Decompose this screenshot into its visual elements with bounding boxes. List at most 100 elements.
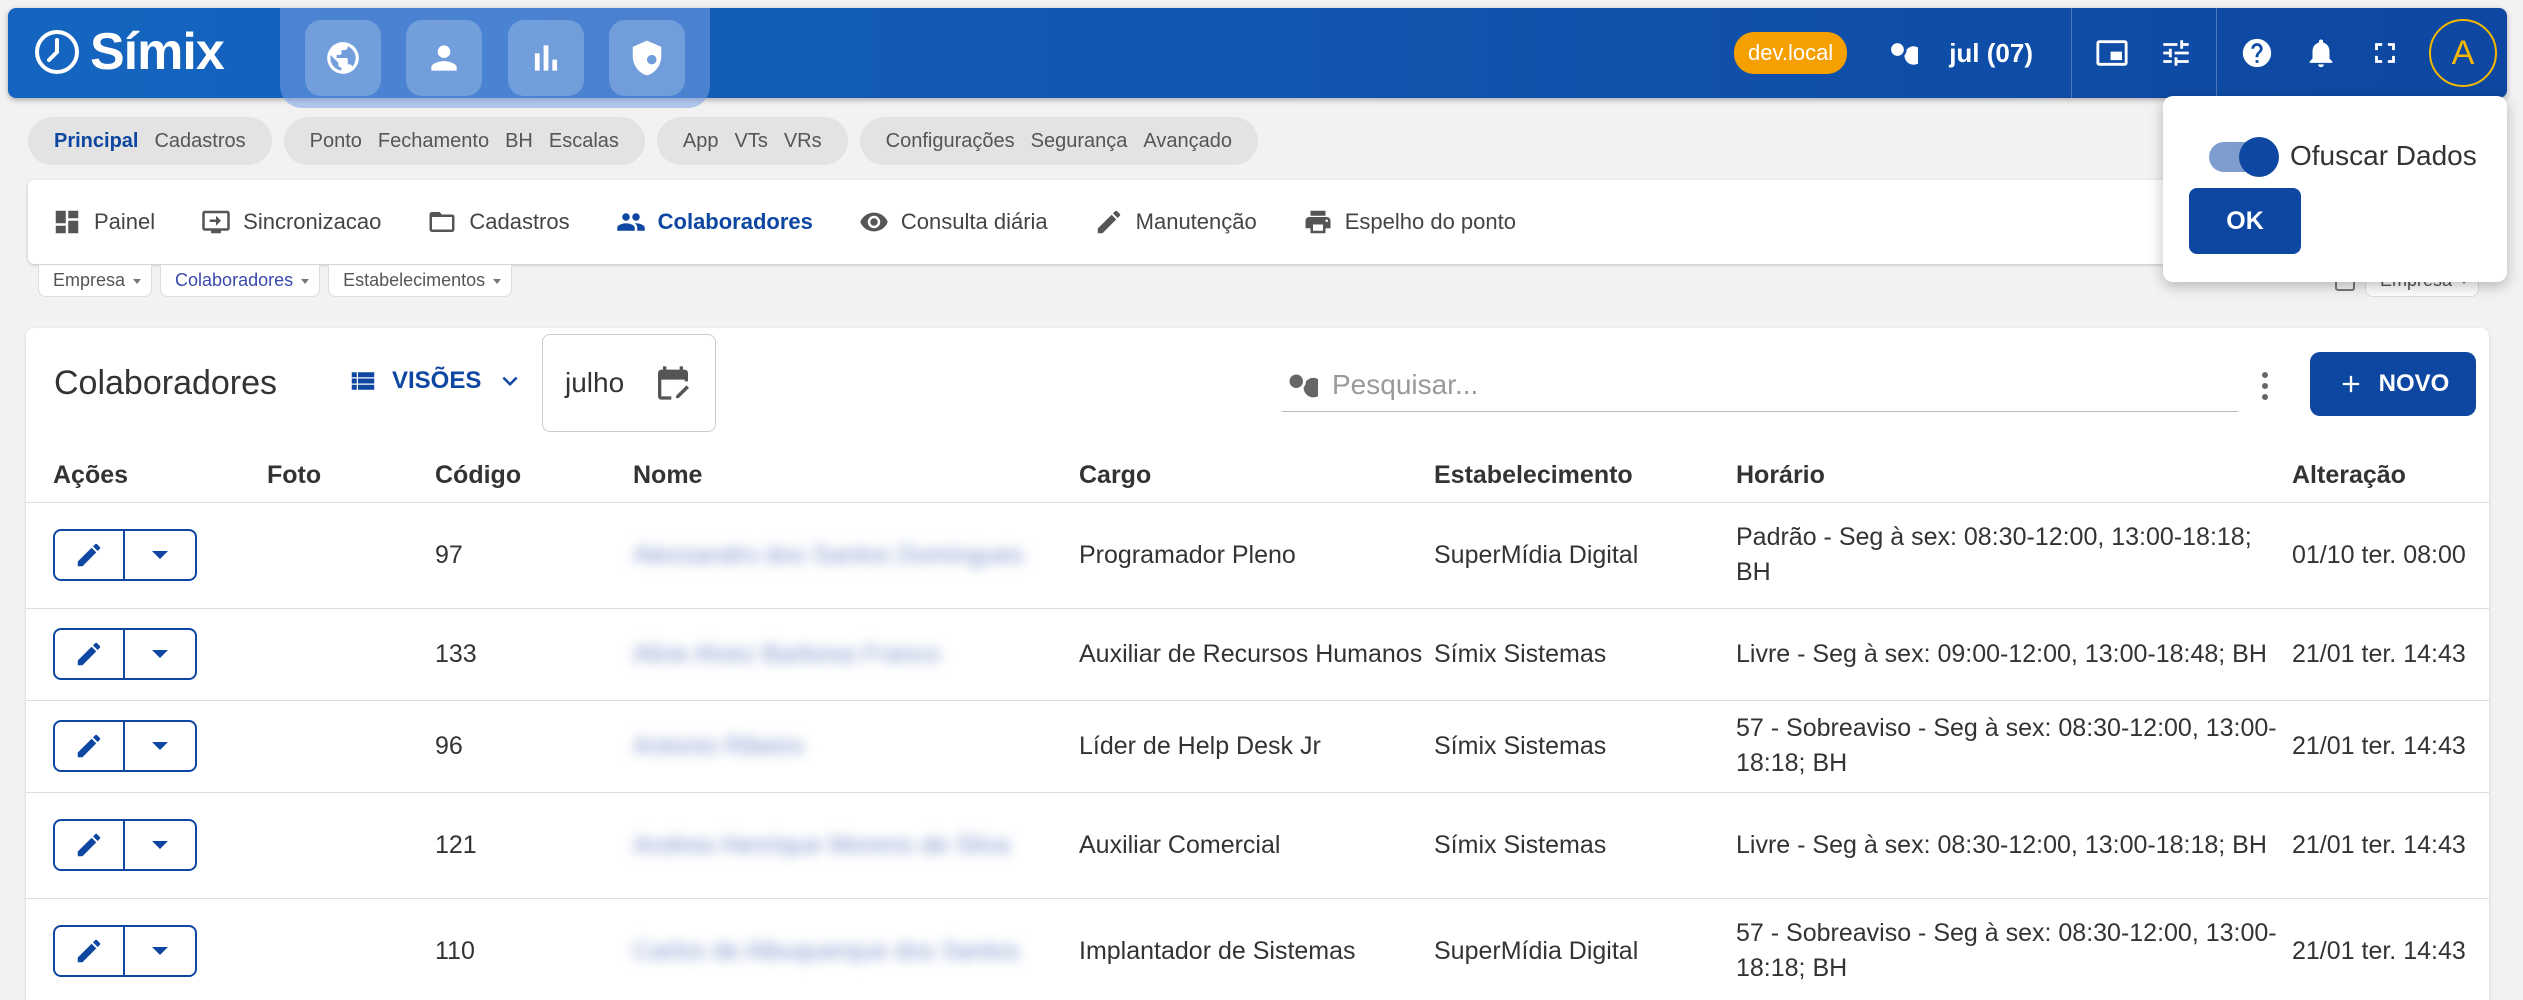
column-header-cargo[interactable]: Cargo [1079,450,1434,503]
new-label: NOVO [2378,370,2450,397]
top-app-bar: Símix dev.local jul (07) A [8,8,2507,108]
cell-codigo: 97 [435,502,633,609]
menu-group-app: App VTs VRs [656,117,848,165]
row-action-group [53,529,197,581]
subnav-sincronizacao[interactable]: Sincronizacao [201,207,381,237]
table-row[interactable]: 96 Antonio Ribeiro Líder de Help Desk Jr… [26,700,2489,793]
column-header-horario[interactable]: Horário [1736,450,2292,503]
subnav-consulta-diaria[interactable]: Consulta diária [859,207,1048,237]
cell-cargo: Implantador de Sistemas [1079,898,1434,1000]
fullscreen-button[interactable] [2353,21,2417,85]
cell-cargo: Programador Pleno [1079,502,1434,609]
edit-button[interactable] [55,927,125,975]
menu-item-avancado[interactable]: Avançado [1143,130,1232,153]
subnav-cadastros[interactable]: Cadastros [427,207,570,237]
obfuscate-popover: Ofuscar Dados OK [2163,96,2507,282]
cell-horario: Livre - Seg à sex: 09:00-12:00, 13:00-18… [1736,608,2292,701]
brand-name: Símix [90,23,225,81]
subnav-espelho-do-ponto[interactable]: Espelho do ponto [1303,207,1516,237]
column-header-estabelecimento[interactable]: Estabelecimento [1434,450,1736,503]
menu-item-seguranca[interactable]: Segurança [1031,130,1128,153]
cell-codigo: 121 [435,792,633,899]
toolbar-divider [2216,8,2217,98]
menu-item-cadastros[interactable]: Cadastros [154,130,245,153]
new-collaborator-button[interactable]: NOVO [2310,352,2476,416]
row-menu-button[interactable] [125,927,195,975]
column-header-codigo[interactable]: Código [435,450,633,503]
module-security-button[interactable] [609,20,686,96]
picture-in-picture-button[interactable] [2080,21,2144,85]
ok-button[interactable]: OK [2189,188,2301,254]
menu-item-vts[interactable]: VTs [735,130,768,153]
column-header-acoes: Ações [26,450,267,503]
cell-estabelecimento: SuperMídia Digital [1434,898,1736,1000]
row-menu-button[interactable] [125,722,195,770]
filter-estabelecimentos[interactable]: Estabelecimentos [328,265,513,297]
user-avatar[interactable]: A [2429,19,2497,87]
caret-down-icon [152,742,168,750]
subnav-manutencao[interactable]: Manutenção [1094,207,1257,237]
list-icon [351,372,375,390]
search-icon [1289,374,1318,397]
module-switcher [280,8,710,108]
menu-item-app[interactable]: App [683,130,719,153]
caret-down-icon [152,650,168,658]
edit-button[interactable] [55,722,125,770]
menu-item-vrs[interactable]: VRs [784,130,822,153]
menu-item-principal[interactable]: Principal [54,130,138,153]
module-person-button[interactable] [406,20,483,96]
row-menu-button[interactable] [125,821,195,869]
row-menu-button[interactable] [125,531,195,579]
edit-button[interactable] [55,630,125,678]
cell-estabelecimento: Símix Sistemas [1434,700,1736,793]
menu-item-escalas[interactable]: Escalas [549,130,619,153]
column-header-nome[interactable]: Nome [633,450,1079,503]
menu-item-ponto[interactable]: Ponto [310,130,362,153]
row-actions [26,608,267,701]
cell-horario: Padrão - Seg à sex: 08:30-12:00, 13:00-1… [1736,502,2292,609]
table-row[interactable]: 110 Carlos de Albuquerque dos Santos Imp… [26,898,2489,1000]
bar-chart-icon [534,45,557,71]
menu-item-fechamento[interactable]: Fechamento [378,130,489,153]
picture-in-picture-icon [2096,40,2128,66]
search-button[interactable] [1869,21,1933,85]
edit-button[interactable] [55,821,125,869]
views-dropdown[interactable]: VISÕES [348,366,525,396]
cell-cargo: Líder de Help Desk Jr [1079,700,1434,793]
subnav-label: Cadastros [469,209,570,234]
table-row[interactable]: 121 Andrea Henrique Moreno de Silva Auxi… [26,792,2489,899]
settings-tune-button[interactable] [2144,21,2208,85]
period-selector[interactable]: jul (07) [1949,38,2033,69]
row-menu-button[interactable] [125,630,195,678]
edit-button[interactable] [55,531,125,579]
month-picker[interactable]: julho [542,334,716,432]
cell-nome: Andrea Henrique Moreno de Silva [633,792,1079,899]
menu-group-principal: Principal Cadastros [28,117,272,165]
subnav-label: Colaboradores [657,209,813,234]
menu-group-configuracoes: Configurações Segurança Avançado [859,117,1258,165]
subnav-colaboradores[interactable]: Colaboradores [616,207,813,237]
column-header-foto: Foto [267,450,435,503]
brand-logo[interactable]: Símix [32,22,225,82]
notifications-button[interactable] [2289,21,2353,85]
cell-codigo: 133 [435,608,633,701]
obfuscate-toggle[interactable] [2209,137,2279,177]
module-web-button[interactable] [304,20,381,96]
table-row[interactable]: 97 Alessandro dos Santos Domingues Progr… [26,502,2489,609]
filter-colaboradores[interactable]: Colaboradores [160,265,321,297]
menu-item-configuracoes[interactable]: Configurações [886,130,1015,153]
kebab-dot [2262,372,2268,378]
people-icon [616,213,645,231]
column-header-alteracao[interactable]: Alteração [2292,450,2489,503]
menu-item-bh[interactable]: BH [505,130,533,153]
table-row[interactable]: 133 Aline Alvez Barbosa Franco Auxiliar … [26,608,2489,701]
chevron-down-icon [502,376,518,386]
help-button[interactable] [2225,21,2289,85]
more-options-button[interactable] [2250,366,2280,406]
module-reports-button[interactable] [507,20,584,96]
menu-group-ponto: Ponto Fechamento BH Escalas [283,117,645,165]
subnav-painel[interactable]: Painel [52,207,155,237]
cell-photo [267,608,435,701]
filter-empresa[interactable]: Empresa [38,265,153,297]
search-input[interactable] [1332,368,2238,401]
